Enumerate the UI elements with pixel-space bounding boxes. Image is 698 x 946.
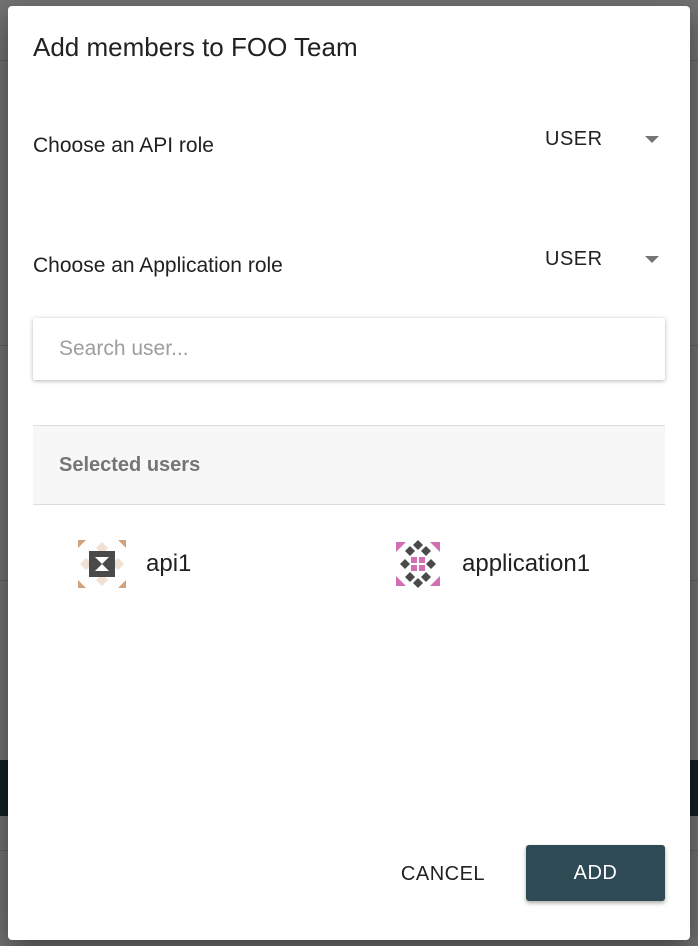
selected-user-name: api1 <box>146 550 192 577</box>
add-members-dialog: Add members to FOO Team Choose an API ro… <box>8 6 690 940</box>
application-role-select[interactable]: USER <box>545 242 665 276</box>
search-user-box <box>33 318 665 380</box>
identicon-avatar-icon <box>396 540 440 588</box>
api-role-value: USER <box>545 127 603 150</box>
selected-user-application1[interactable]: application1 <box>392 536 590 592</box>
dialog-title: Add members to FOO Team <box>33 32 358 62</box>
application-role-value: USER <box>545 247 603 270</box>
selected-users-heading: Selected users <box>59 454 201 476</box>
selected-users-header: Selected users <box>33 425 665 505</box>
identicon-avatar-icon <box>78 540 126 588</box>
dropdown-caret-icon <box>645 255 659 263</box>
api-role-row: Choose an API role USER <box>33 122 665 162</box>
selected-user-api1[interactable]: api1 <box>76 536 191 592</box>
api-role-label: Choose an API role <box>33 134 214 157</box>
cancel-button[interactable]: CANCEL <box>388 851 498 897</box>
application-role-row: Choose an Application role USER <box>33 242 665 282</box>
dropdown-caret-icon <box>645 135 659 143</box>
selected-user-name: application1 <box>462 550 591 577</box>
api-role-select[interactable]: USER <box>545 122 665 156</box>
add-button[interactable]: ADD <box>526 845 665 901</box>
search-user-input[interactable] <box>57 318 641 380</box>
application-role-label: Choose an Application role <box>33 254 283 277</box>
